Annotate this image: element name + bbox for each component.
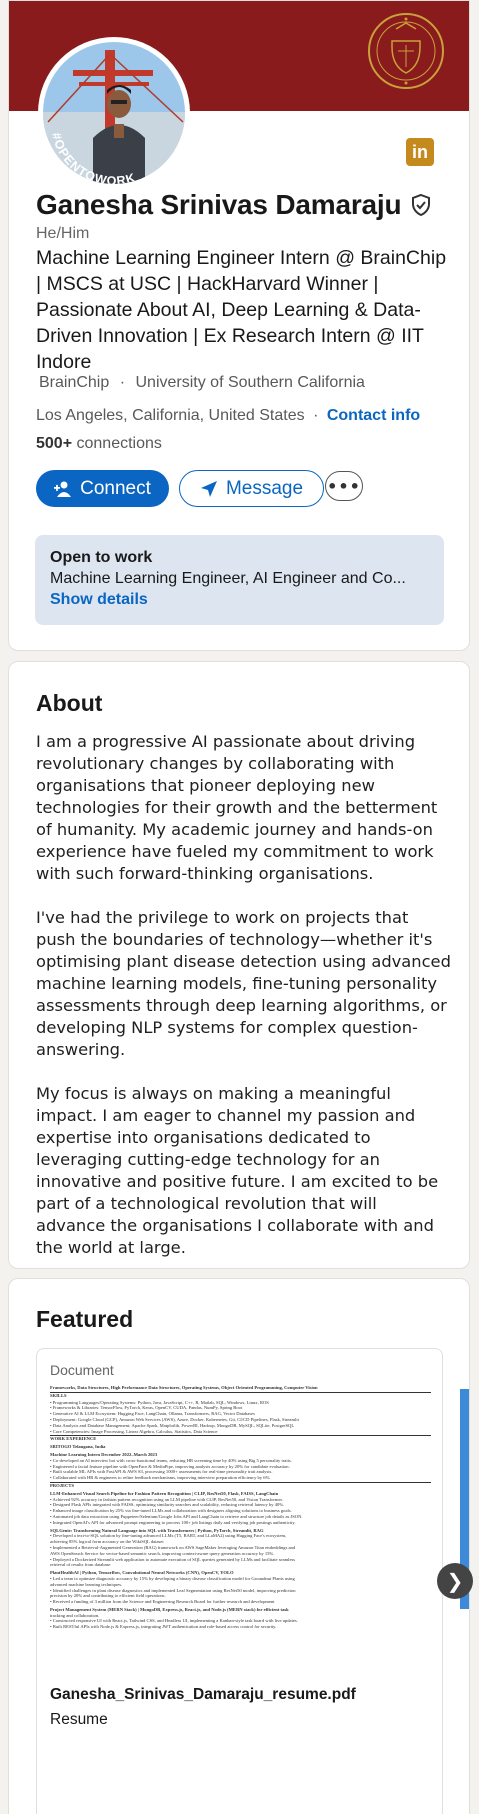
message-button[interactable]: Message bbox=[179, 470, 324, 507]
profile-avatar[interactable]: #OPENTOWORK bbox=[38, 37, 190, 189]
current-company[interactable]: BrainChip bbox=[39, 374, 109, 391]
more-actions-button[interactable]: ••• bbox=[325, 471, 363, 501]
avatar-photo: #OPENTOWORK bbox=[43, 42, 185, 184]
show-details-link[interactable]: Show details bbox=[50, 591, 429, 609]
verified-shield-icon[interactable] bbox=[409, 193, 433, 217]
profile-card: #OPENTOWORK in Ganesha Srinivas Damaraju… bbox=[8, 0, 470, 651]
resume-preview: Frameworks, Data Structures, High Perfor… bbox=[50, 1383, 431, 1675]
document-type: Resume bbox=[50, 1711, 108, 1728]
document-filename: Ganesha_Srinivas_Damaraju_resume.pdf bbox=[50, 1686, 356, 1703]
open-to-work-title: Open to work bbox=[50, 549, 153, 566]
profile-name-row: Ganesha Srinivas Damaraju bbox=[36, 189, 433, 221]
connect-button[interactable]: Connect bbox=[36, 470, 169, 507]
connect-label: Connect bbox=[80, 477, 151, 499]
resume-line: • Core Competencies: Image Processing, L… bbox=[50, 1428, 218, 1434]
resume-line: • Integrated OpenAI's API for advanced p… bbox=[50, 1519, 296, 1525]
resume-line: retrieval of results from database bbox=[50, 1562, 111, 1568]
resume-line: Frameworks, Data Structures, High Perfor… bbox=[50, 1385, 318, 1390]
about-title: About bbox=[36, 690, 103, 716]
featured-card: Featured Document Frameworks, Data Struc… bbox=[8, 1278, 470, 1814]
resume-line: PROJECTS bbox=[50, 1481, 431, 1489]
chevron-right-icon[interactable]: ❯ bbox=[437, 1563, 473, 1599]
about-card: About I am a progressive AI passionate a… bbox=[8, 661, 470, 1269]
featured-title: Featured bbox=[36, 1306, 134, 1332]
resume-line: • Received a funding of 3 million from t… bbox=[50, 1599, 275, 1605]
location-text: Los Angeles, California, United States bbox=[36, 407, 305, 424]
document-kind-label: Document bbox=[50, 1362, 114, 1378]
profile-location-line: Los Angeles, California, United States ·… bbox=[36, 407, 420, 425]
resume-line: • Built RESTful APIs with Node.js & Expr… bbox=[50, 1624, 277, 1630]
profile-headline: Machine Learning Engineer Intern @ Brain… bbox=[36, 247, 447, 373]
separator-dot: · bbox=[313, 407, 319, 424]
open-to-work-box[interactable]: Open to work Machine Learning Engineer, … bbox=[35, 535, 444, 625]
about-paragraph: I've had the privilege to work on projec… bbox=[36, 908, 451, 1059]
message-label: Message bbox=[225, 477, 304, 499]
send-icon bbox=[200, 480, 217, 497]
resume-line: SRITOGO Telangana, India bbox=[50, 1444, 106, 1450]
contact-info-link[interactable]: Contact info bbox=[327, 407, 420, 424]
usc-seal-logo bbox=[368, 13, 444, 89]
connections-label: connections bbox=[76, 435, 162, 452]
open-to-work-roles: Machine Learning Engineer, AI Engineer a… bbox=[50, 570, 406, 587]
profile-name: Ganesha Srinivas Damaraju bbox=[36, 189, 402, 220]
profile-org-line: BrainChip · University of Southern Calif… bbox=[39, 374, 365, 392]
connections-count[interactable]: 500+ connections bbox=[36, 435, 162, 453]
about-paragraph: I am a progressive AI passionate about d… bbox=[36, 732, 438, 883]
add-person-icon bbox=[54, 481, 72, 497]
profile-pronouns: He/Him bbox=[36, 225, 90, 242]
separator-dot: · bbox=[119, 374, 126, 391]
resume-line: SKILLS bbox=[50, 1391, 431, 1399]
about-paragraph: My focus is always on making a meaningfu… bbox=[36, 1084, 439, 1257]
school[interactable]: University of Southern California bbox=[136, 374, 365, 391]
linkedin-icon[interactable]: in bbox=[406, 138, 434, 166]
about-text: I am a progressive AI passionate about d… bbox=[36, 731, 451, 1268]
resume-line: • Collaborated with HR & engineers to re… bbox=[50, 1475, 271, 1481]
connections-number: 500+ bbox=[36, 435, 73, 452]
featured-document[interactable]: Document Frameworks, Data Structures, Hi… bbox=[36, 1348, 443, 1814]
resume-line: WORK EXPERIENCE bbox=[50, 1435, 431, 1442]
